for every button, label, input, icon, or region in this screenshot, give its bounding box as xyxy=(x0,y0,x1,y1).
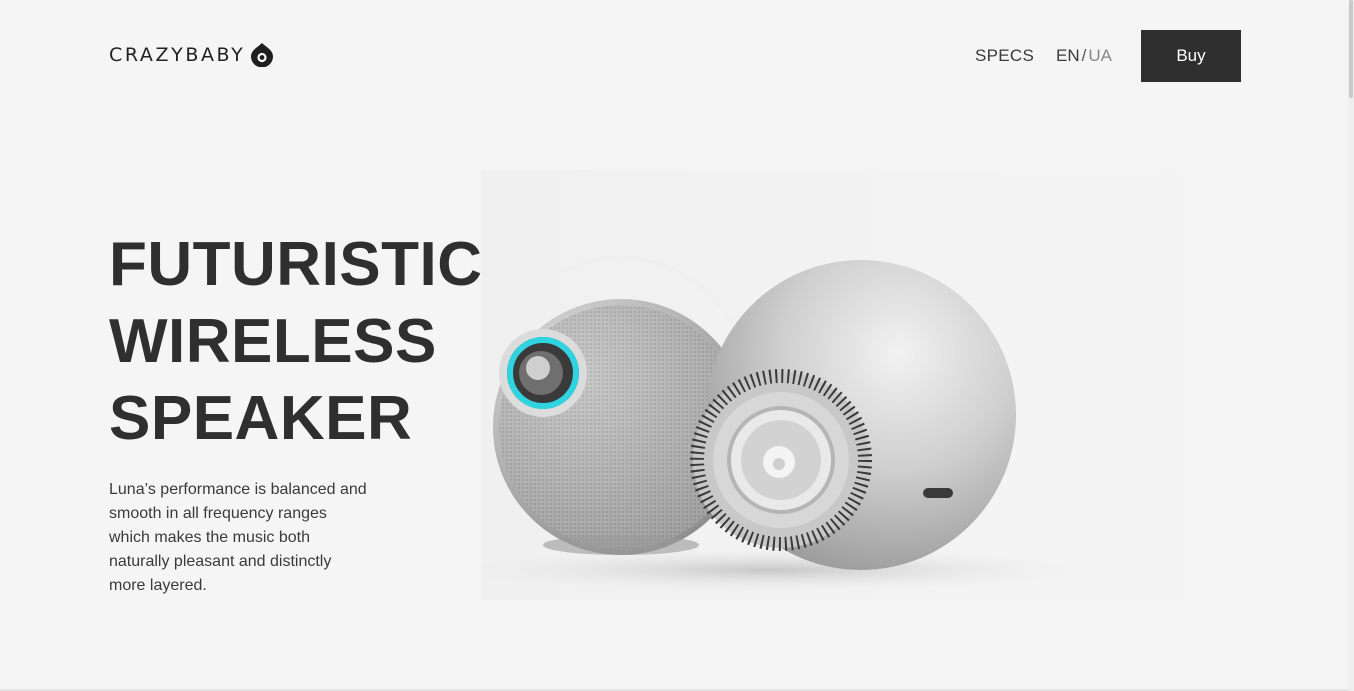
buy-button[interactable]: Buy xyxy=(1141,30,1241,82)
speakers-illustration xyxy=(481,255,1101,592)
lang-ua[interactable]: UA xyxy=(1088,46,1112,66)
page-scrollbar[interactable] xyxy=(1348,0,1354,691)
crazybaby-drop-icon xyxy=(251,43,274,67)
page: CRAZYBABY SPECS EN / UA Buy FUTURISTIC W… xyxy=(0,0,1354,691)
logo-text: CRAZYBABY xyxy=(109,43,246,66)
right-speaker xyxy=(690,260,1016,570)
hero-title-line-1: FUTURISTIC xyxy=(109,230,483,299)
hero-title: FUTURISTIC WIRELESS SPEAKER xyxy=(109,226,483,457)
product-image xyxy=(481,170,1241,600)
language-switcher: EN / UA xyxy=(1056,46,1112,66)
hero-title-line-3: SPEAKER xyxy=(109,384,413,453)
lang-en[interactable]: EN xyxy=(1056,46,1080,66)
hero-title-line-2: WIRELESS xyxy=(109,307,437,376)
logo[interactable]: CRAZYBABY xyxy=(109,42,275,67)
scrollbar-thumb[interactable] xyxy=(1349,0,1353,98)
lang-separator: / xyxy=(1081,46,1087,65)
hero-description: Luna’s performance is balanced and smoot… xyxy=(109,481,367,594)
nav-specs-link[interactable]: SPECS xyxy=(975,46,1034,66)
